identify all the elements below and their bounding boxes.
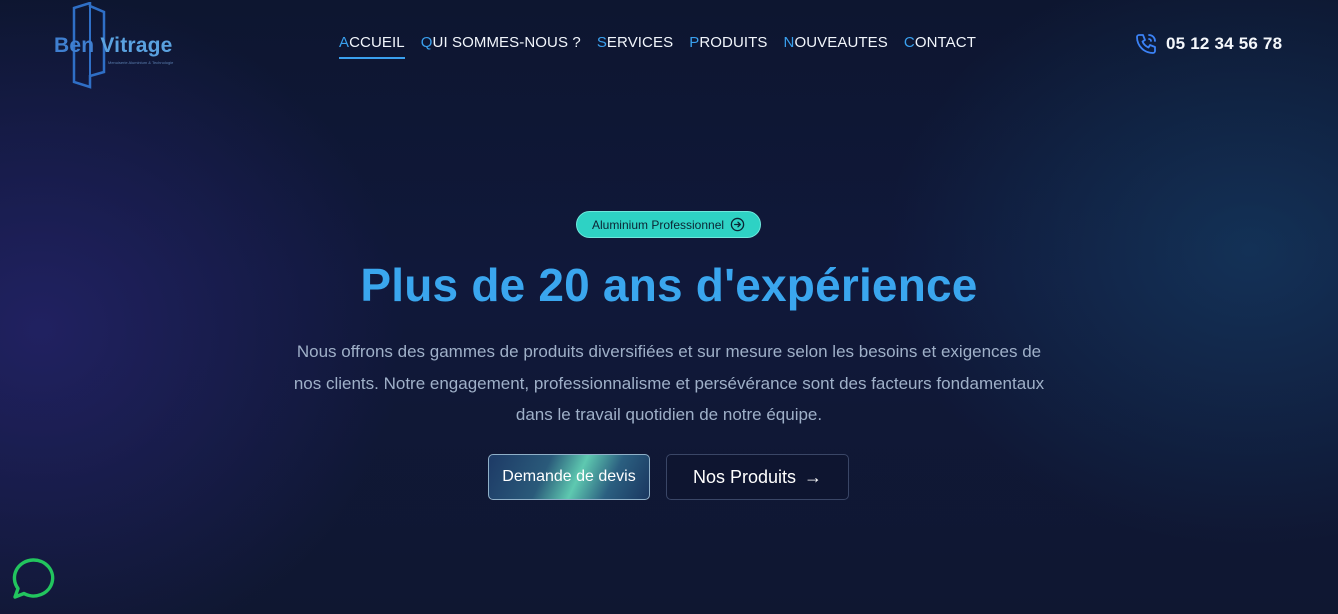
chat-bubble-icon (12, 558, 55, 599)
nav-contact[interactable]: CONTACT (904, 34, 976, 59)
our-products-button[interactable]: Nos Produits → (666, 454, 849, 500)
logo[interactable]: Ben Vitrage Menuiserie Aluminium & Techn… (48, 2, 183, 89)
nav-accueil[interactable]: ACCUEIL (339, 34, 405, 59)
brand-tagline: Menuiserie Aluminium & Technologie (108, 60, 174, 65)
brand-name: Ben Vitrage (54, 34, 173, 57)
nav-produits[interactable]: PRODUITS (689, 34, 767, 59)
phone-icon (1136, 34, 1156, 54)
hero-title: Plus de 20 ans d'expérience (360, 259, 978, 311)
nav-qui-sommes-nous[interactable]: QUI SOMMES-NOUS ? (421, 34, 581, 59)
phone-link[interactable]: 05 12 34 56 78 (1134, 32, 1282, 56)
main-nav: ACCUEIL QUI SOMMES-NOUS ? SERVICES PRODU… (339, 34, 976, 59)
our-products-label: Nos Produits (692, 466, 797, 487)
hero-description: Nous offrons des gammes de produits dive… (293, 342, 1045, 424)
nav-services[interactable]: SERVICES (597, 34, 673, 59)
phone-number: 05 12 34 56 78 (1166, 34, 1283, 53)
request-quote-button[interactable]: Demande de devis (488, 454, 650, 500)
chat-button[interactable] (10, 556, 56, 602)
hero-badge-label: Aluminium Professionnel (591, 217, 725, 232)
nav-nouveautes[interactable]: NOUVEAUTES (784, 34, 888, 59)
hero-badge[interactable]: Aluminium Professionnel (576, 211, 761, 238)
arrow-circle-right-icon (730, 217, 745, 232)
arrow-right-icon: → (804, 466, 823, 487)
